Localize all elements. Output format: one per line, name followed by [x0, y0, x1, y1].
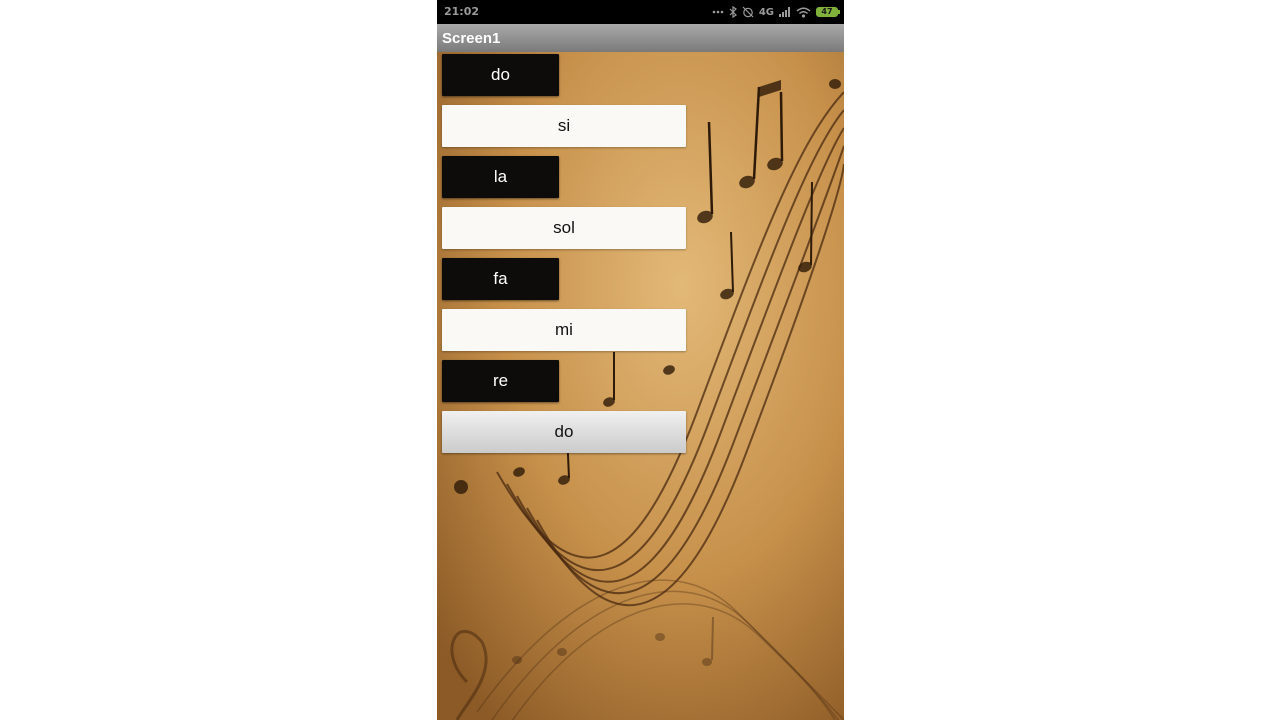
content-area: do si la sol fa mi re do — [437, 52, 844, 720]
note-button-si[interactable]: si — [442, 105, 686, 147]
note-button-sol[interactable]: sol — [442, 207, 686, 249]
phone-screen: 21:02 4G 47 Screen1 do si la sol fa mi r… — [437, 0, 844, 720]
note-button-do[interactable]: do — [442, 411, 686, 453]
note-button-fa[interactable]: fa — [442, 258, 559, 300]
status-time: 21:02 — [444, 5, 480, 18]
network-label: 4G — [758, 6, 774, 18]
note-button-mi[interactable]: mi — [442, 309, 686, 351]
wifi-icon — [796, 7, 811, 18]
more-dots-icon — [712, 10, 724, 14]
bluetooth-icon — [729, 6, 737, 18]
note-button-la[interactable]: la — [442, 156, 559, 198]
status-bar: 21:02 4G 47 — [437, 0, 844, 24]
battery-icon: 47 — [816, 7, 840, 17]
note-button-re[interactable]: re — [442, 360, 559, 402]
screen-title: Screen1 — [442, 30, 501, 47]
status-icons: 4G 47 — [712, 3, 840, 21]
signal-icon — [779, 7, 791, 17]
note-button-do[interactable]: do — [442, 54, 559, 96]
alarm-off-icon — [742, 6, 754, 18]
title-bar: Screen1 — [437, 24, 844, 52]
